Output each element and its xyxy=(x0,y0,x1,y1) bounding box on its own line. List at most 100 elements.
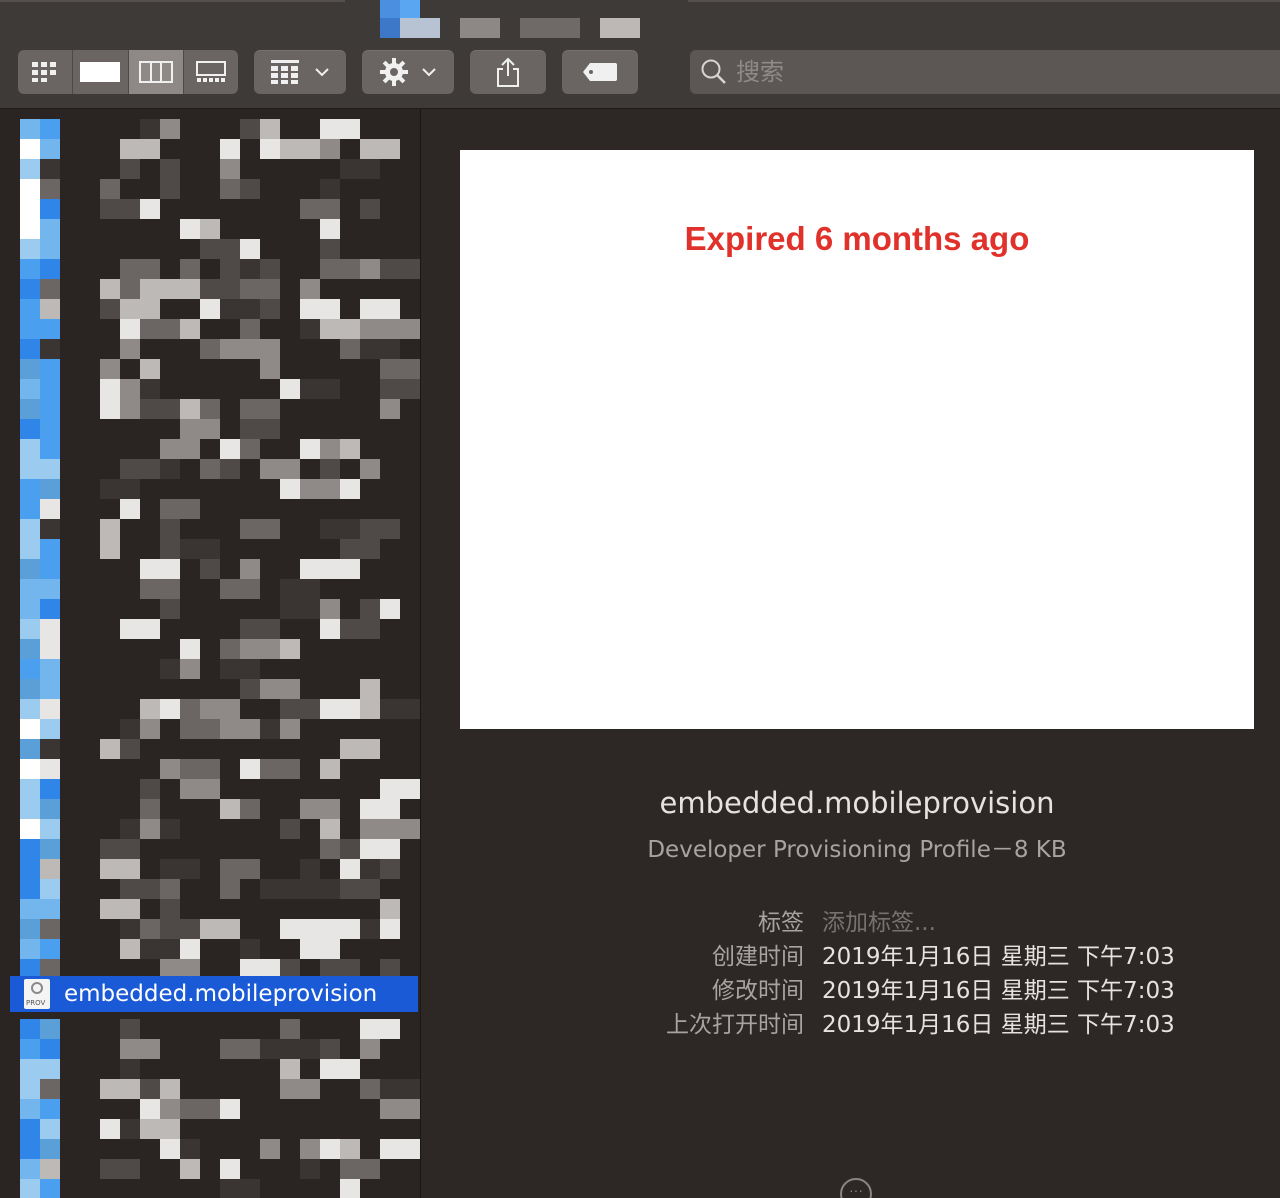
redacted-file-row[interactable] xyxy=(20,719,420,739)
redacted-file-row[interactable] xyxy=(20,639,420,659)
redacted-file-row[interactable] xyxy=(20,339,420,359)
redacted-pixel xyxy=(120,319,140,339)
redacted-file-row[interactable] xyxy=(20,119,420,139)
redacted-file-row[interactable] xyxy=(20,599,420,619)
redacted-pixel xyxy=(20,759,40,779)
redacted-pixel xyxy=(40,1079,60,1099)
redacted-pixel xyxy=(280,919,320,939)
redacted-file-row[interactable] xyxy=(20,479,420,499)
redacted-file-row[interactable] xyxy=(20,1119,420,1139)
redacted-pixel xyxy=(360,199,380,219)
redacted-pixel xyxy=(160,659,180,679)
redacted-pixel xyxy=(20,139,40,159)
redacted-file-row[interactable] xyxy=(20,359,420,379)
redacted-pixel xyxy=(380,259,420,279)
redacted-file-row[interactable] xyxy=(20,859,420,879)
redacted-pixel xyxy=(20,799,40,819)
redacted-file-row[interactable] xyxy=(20,559,420,579)
redacted-file-row[interactable] xyxy=(20,619,420,639)
redacted-file-row[interactable] xyxy=(20,679,420,699)
tab-title-pixel xyxy=(400,18,440,38)
redacted-file-row[interactable] xyxy=(20,379,420,399)
redacted-file-row[interactable] xyxy=(20,579,420,599)
redacted-pixel xyxy=(380,1139,420,1159)
redacted-file-row[interactable] xyxy=(20,239,420,259)
selected-file-row[interactable]: PROV embedded.mobileprovision xyxy=(10,976,418,1012)
redacted-file-row[interactable] xyxy=(20,519,420,539)
search-input[interactable] xyxy=(734,57,1238,87)
redacted-file-row[interactable] xyxy=(20,539,420,559)
redacted-pixel xyxy=(300,1159,320,1179)
redacted-file-row[interactable] xyxy=(20,219,420,239)
redacted-file-row[interactable] xyxy=(20,139,420,159)
redacted-file-row[interactable] xyxy=(20,739,420,759)
redacted-pixel xyxy=(140,119,160,139)
search-field[interactable] xyxy=(690,50,1280,94)
redacted-file-row[interactable] xyxy=(20,899,420,919)
redacted-pixel xyxy=(140,559,160,579)
redacted-file-row[interactable] xyxy=(20,879,420,899)
redacted-pixel xyxy=(20,159,40,179)
redacted-pixel xyxy=(240,319,260,339)
redacted-pixel xyxy=(240,279,280,299)
redacted-file-row[interactable] xyxy=(20,179,420,199)
more-options-button[interactable]: ··· xyxy=(840,1178,872,1198)
redacted-file-row[interactable] xyxy=(20,499,420,519)
redacted-pixel xyxy=(140,579,180,599)
redacted-file-row[interactable] xyxy=(20,259,420,279)
redacted-pixel xyxy=(320,699,360,719)
redacted-file-row[interactable] xyxy=(20,1139,420,1159)
redacted-file-row[interactable] xyxy=(20,819,420,839)
redacted-file-row[interactable] xyxy=(20,839,420,859)
file-list[interactable]: PROV embedded.mobileprovision xyxy=(0,109,421,1198)
redacted-pixel xyxy=(20,279,40,299)
redacted-pixel xyxy=(40,119,60,139)
redacted-file-row[interactable] xyxy=(20,699,420,719)
edit-tags-button[interactable] xyxy=(562,50,638,94)
redacted-file-row[interactable] xyxy=(20,1099,420,1119)
redacted-file-row[interactable] xyxy=(20,279,420,299)
group-by-button[interactable] xyxy=(254,50,346,94)
redacted-file-row[interactable] xyxy=(20,299,420,319)
redacted-pixel xyxy=(40,679,60,699)
redacted-pixel xyxy=(300,379,340,399)
redacted-pixel xyxy=(20,719,40,739)
icon-view-button[interactable] xyxy=(18,50,74,94)
redacted-file-row[interactable] xyxy=(20,1059,420,1079)
action-menu-button[interactable] xyxy=(362,50,454,94)
gallery-view-button[interactable] xyxy=(184,50,238,94)
redacted-file-row[interactable] xyxy=(20,199,420,219)
redacted-file-row[interactable] xyxy=(20,759,420,779)
redacted-file-row[interactable] xyxy=(20,939,420,959)
redacted-pixel xyxy=(40,879,60,899)
redacted-file-row[interactable] xyxy=(20,659,420,679)
redacted-file-row[interactable] xyxy=(20,1019,420,1039)
redacted-file-row[interactable] xyxy=(20,319,420,339)
redacted-pixel xyxy=(40,459,60,479)
redacted-file-row[interactable] xyxy=(20,439,420,459)
redacted-file-row[interactable] xyxy=(20,1159,420,1179)
chevron-down-icon xyxy=(315,68,329,77)
redacted-file-row[interactable] xyxy=(20,459,420,479)
list-view-button[interactable] xyxy=(73,50,129,94)
redacted-pixel xyxy=(40,1039,60,1059)
redacted-pixel xyxy=(180,219,200,239)
redacted-file-row[interactable] xyxy=(20,1179,420,1198)
metadata-value: 2019年1月16日 星期三 下午7:03 xyxy=(822,978,1175,1004)
redacted-pixel xyxy=(20,859,40,879)
redacted-file-row[interactable] xyxy=(20,1039,420,1059)
redacted-pixel xyxy=(160,559,180,579)
redacted-file-row[interactable] xyxy=(20,799,420,819)
redacted-file-row[interactable] xyxy=(20,399,420,419)
redacted-pixel xyxy=(240,759,260,779)
redacted-file-row[interactable] xyxy=(20,919,420,939)
redacted-pixel xyxy=(40,239,60,259)
redacted-file-row[interactable] xyxy=(20,1079,420,1099)
redacted-pixel xyxy=(20,319,40,339)
redacted-file-row[interactable] xyxy=(20,159,420,179)
redacted-file-row[interactable] xyxy=(20,779,420,799)
redacted-file-row[interactable] xyxy=(20,419,420,439)
column-view-button[interactable] xyxy=(128,50,184,94)
share-button[interactable] xyxy=(470,50,546,94)
add-tags-field[interactable]: 添加标签... xyxy=(822,903,936,937)
